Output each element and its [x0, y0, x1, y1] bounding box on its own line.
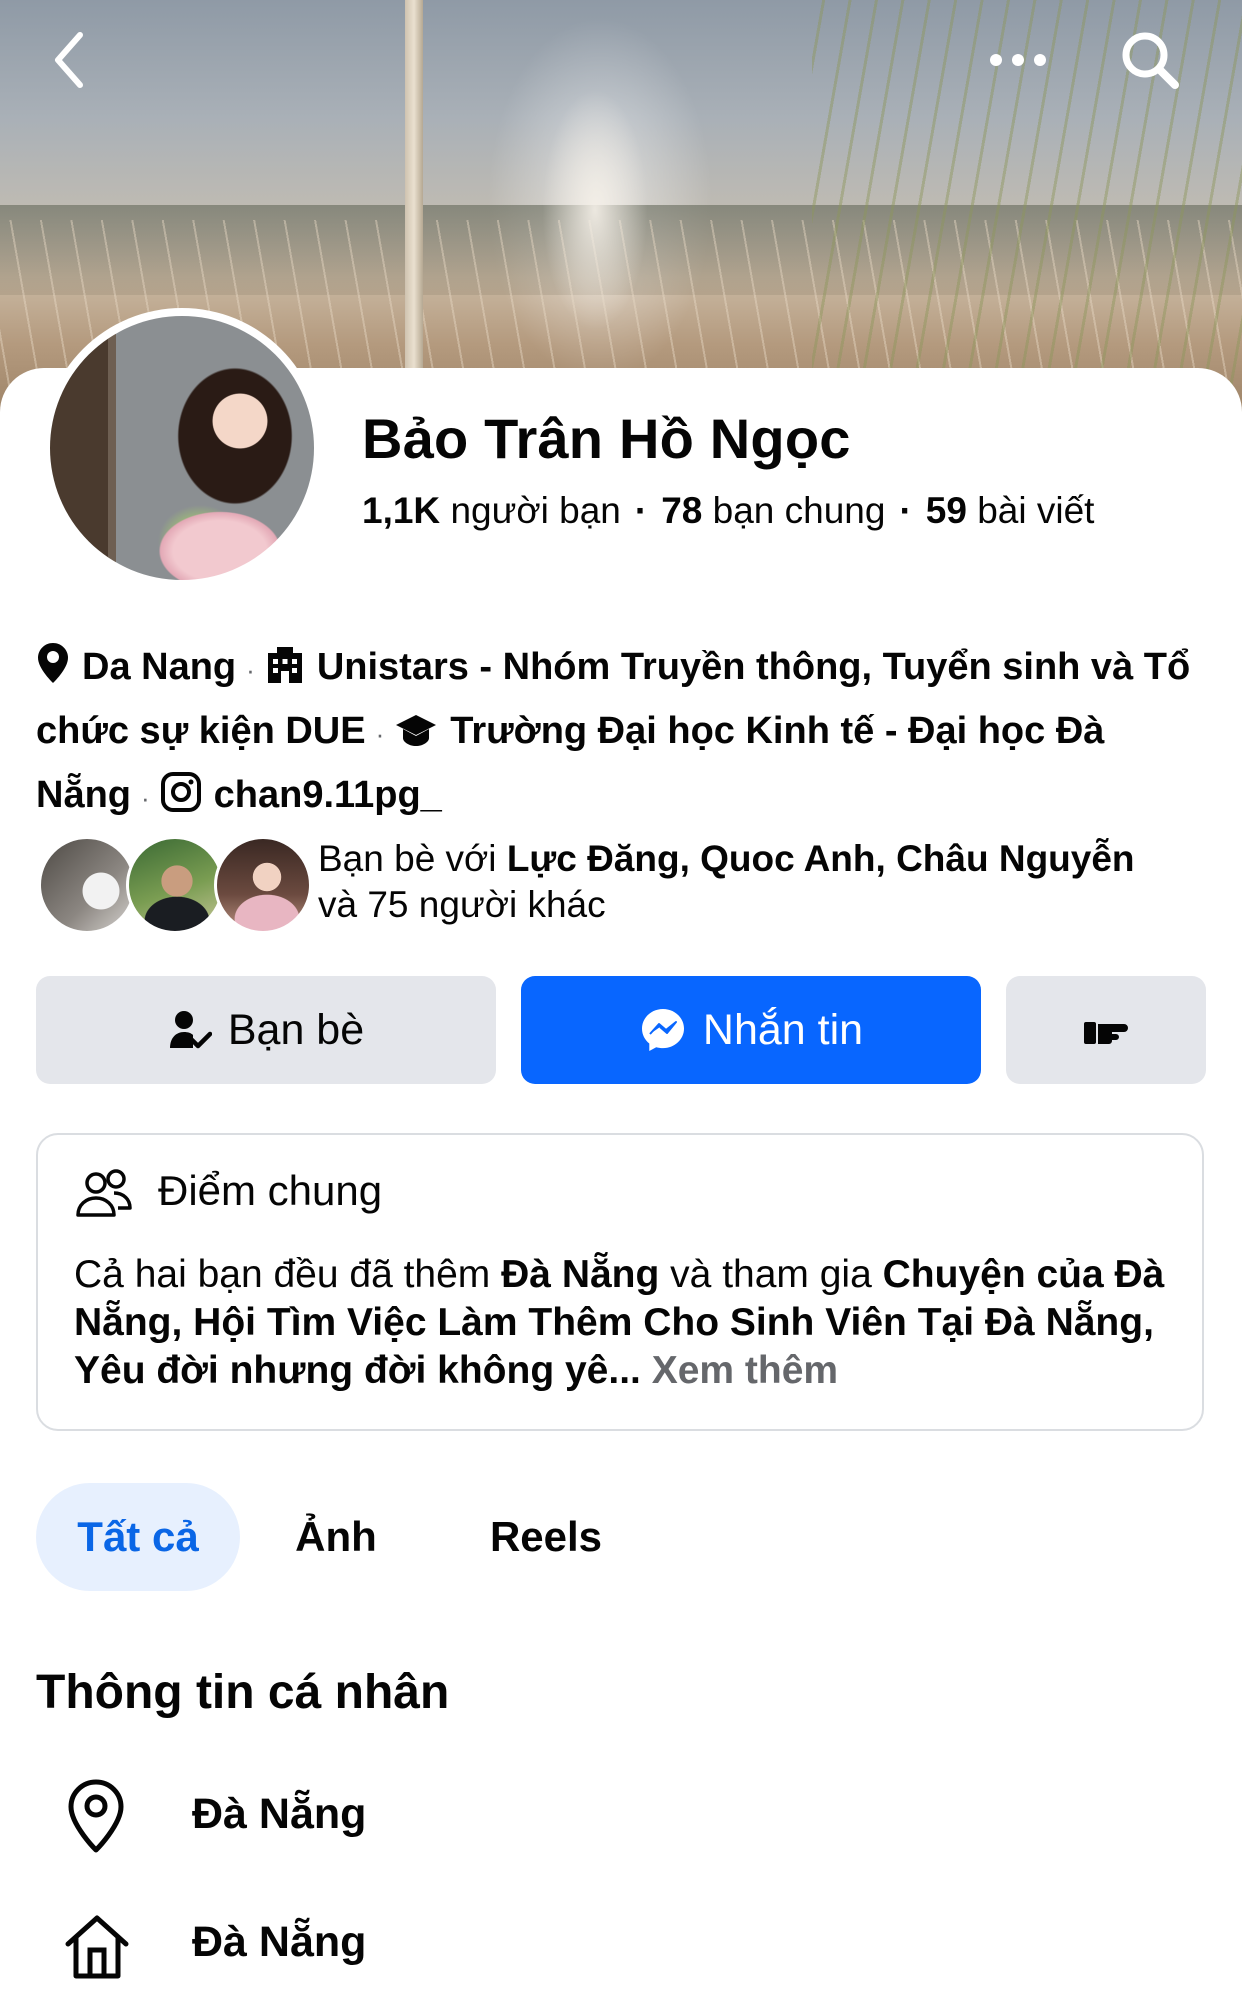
people-outline-icon: [74, 1167, 134, 1226]
common-interests-text: Cả hai bạn đều đã thêm Đà Nẵng và tham g…: [74, 1251, 1184, 1395]
mutual-suffix: và 75 người khác: [318, 884, 606, 925]
info-location-label: Đà Nẵng: [192, 1790, 367, 1838]
workplace-icon: [265, 644, 305, 702]
profile-stats: 1,1K người bạn · 78 bạn chung · 59 bài viết: [362, 490, 1095, 531]
cover-pole: [405, 0, 423, 380]
instagram-icon: [160, 771, 202, 830]
personal-info-title: Thông tin cá nhân: [36, 1666, 450, 1719]
mutual-friend-avatar[interactable]: [38, 836, 136, 934]
info-home-label: Đà Nẵng: [192, 1918, 367, 1966]
profile-avatar[interactable]: [50, 316, 314, 580]
common-interests-title: Điểm chung: [158, 1167, 383, 1214]
more-button[interactable]: [968, 10, 1068, 110]
mutual-names: Lực Đăng, Quoc Anh, Châu Nguyễn: [506, 838, 1135, 879]
tab-all[interactable]: Tất cả: [36, 1483, 240, 1591]
mutual-friend-avatar[interactable]: [126, 836, 224, 934]
friend-check-icon: [169, 1011, 212, 1049]
search-icon: [1122, 32, 1179, 89]
posts-count: 59: [925, 490, 967, 531]
common-bold-a: Đà Nẵng: [501, 1253, 660, 1296]
mutual-label[interactable]: bạn chung: [713, 490, 886, 531]
location-pin-icon: [36, 641, 70, 702]
profile-name: Bảo Trân Hồ Ngọc: [362, 407, 851, 470]
friends-label[interactable]: người bạn: [450, 490, 620, 531]
home-icon: [62, 1910, 132, 1985]
location-pin-icon: [66, 1778, 126, 1859]
friends-count[interactable]: 1,1K: [362, 490, 440, 531]
common-text-b: và tham gia: [659, 1253, 883, 1296]
mutual-count[interactable]: 78: [661, 490, 702, 531]
mutual-friend-avatar[interactable]: [214, 836, 312, 934]
tab-photos[interactable]: Ảnh: [276, 1483, 396, 1591]
cover-figure: [520, 20, 670, 360]
mutual-friends-text[interactable]: Bạn bè với Lực Đăng, Quoc Anh, Châu Nguy…: [318, 836, 1135, 928]
see-more-link[interactable]: Xem thêm: [652, 1349, 838, 1392]
messenger-icon: [641, 1009, 684, 1051]
mutual-friends-row[interactable]: Bạn bè với Lực Đăng, Quoc Anh, Châu Nguy…: [38, 836, 1218, 936]
friends-button[interactable]: Bạn bè: [36, 976, 496, 1084]
search-button[interactable]: [1100, 10, 1200, 110]
common-text-a: Cả hai bạn đều đã thêm: [74, 1253, 502, 1296]
poke-hand-icon: [1084, 1022, 1128, 1044]
message-button[interactable]: Nhắn tin: [521, 976, 981, 1084]
tab-reels[interactable]: Reels: [466, 1483, 626, 1591]
friends-button-label: Bạn bè: [227, 1005, 365, 1054]
common-interests-card[interactable]: Điểm chung Cả hai bạn đều đã thêm Đà Nẵn…: [36, 1133, 1204, 1431]
mutual-prefix: Bạn bè với: [318, 838, 507, 879]
intro-instagram[interactable]: chan9.11pg_: [214, 774, 442, 816]
more-horizontal-icon: [990, 54, 1046, 66]
intro-location[interactable]: Da Nang: [82, 646, 236, 688]
back-button[interactable]: [20, 10, 120, 110]
intro-details: Da Nang · Unistars - Nhóm Truyền thông, T…: [36, 638, 1216, 830]
education-icon: [394, 708, 438, 766]
poke-button[interactable]: [1006, 976, 1206, 1084]
posts-label: bài viết: [977, 490, 1095, 531]
message-button-label: Nhắn tin: [702, 1005, 864, 1054]
chevron-left-icon: [55, 32, 83, 88]
